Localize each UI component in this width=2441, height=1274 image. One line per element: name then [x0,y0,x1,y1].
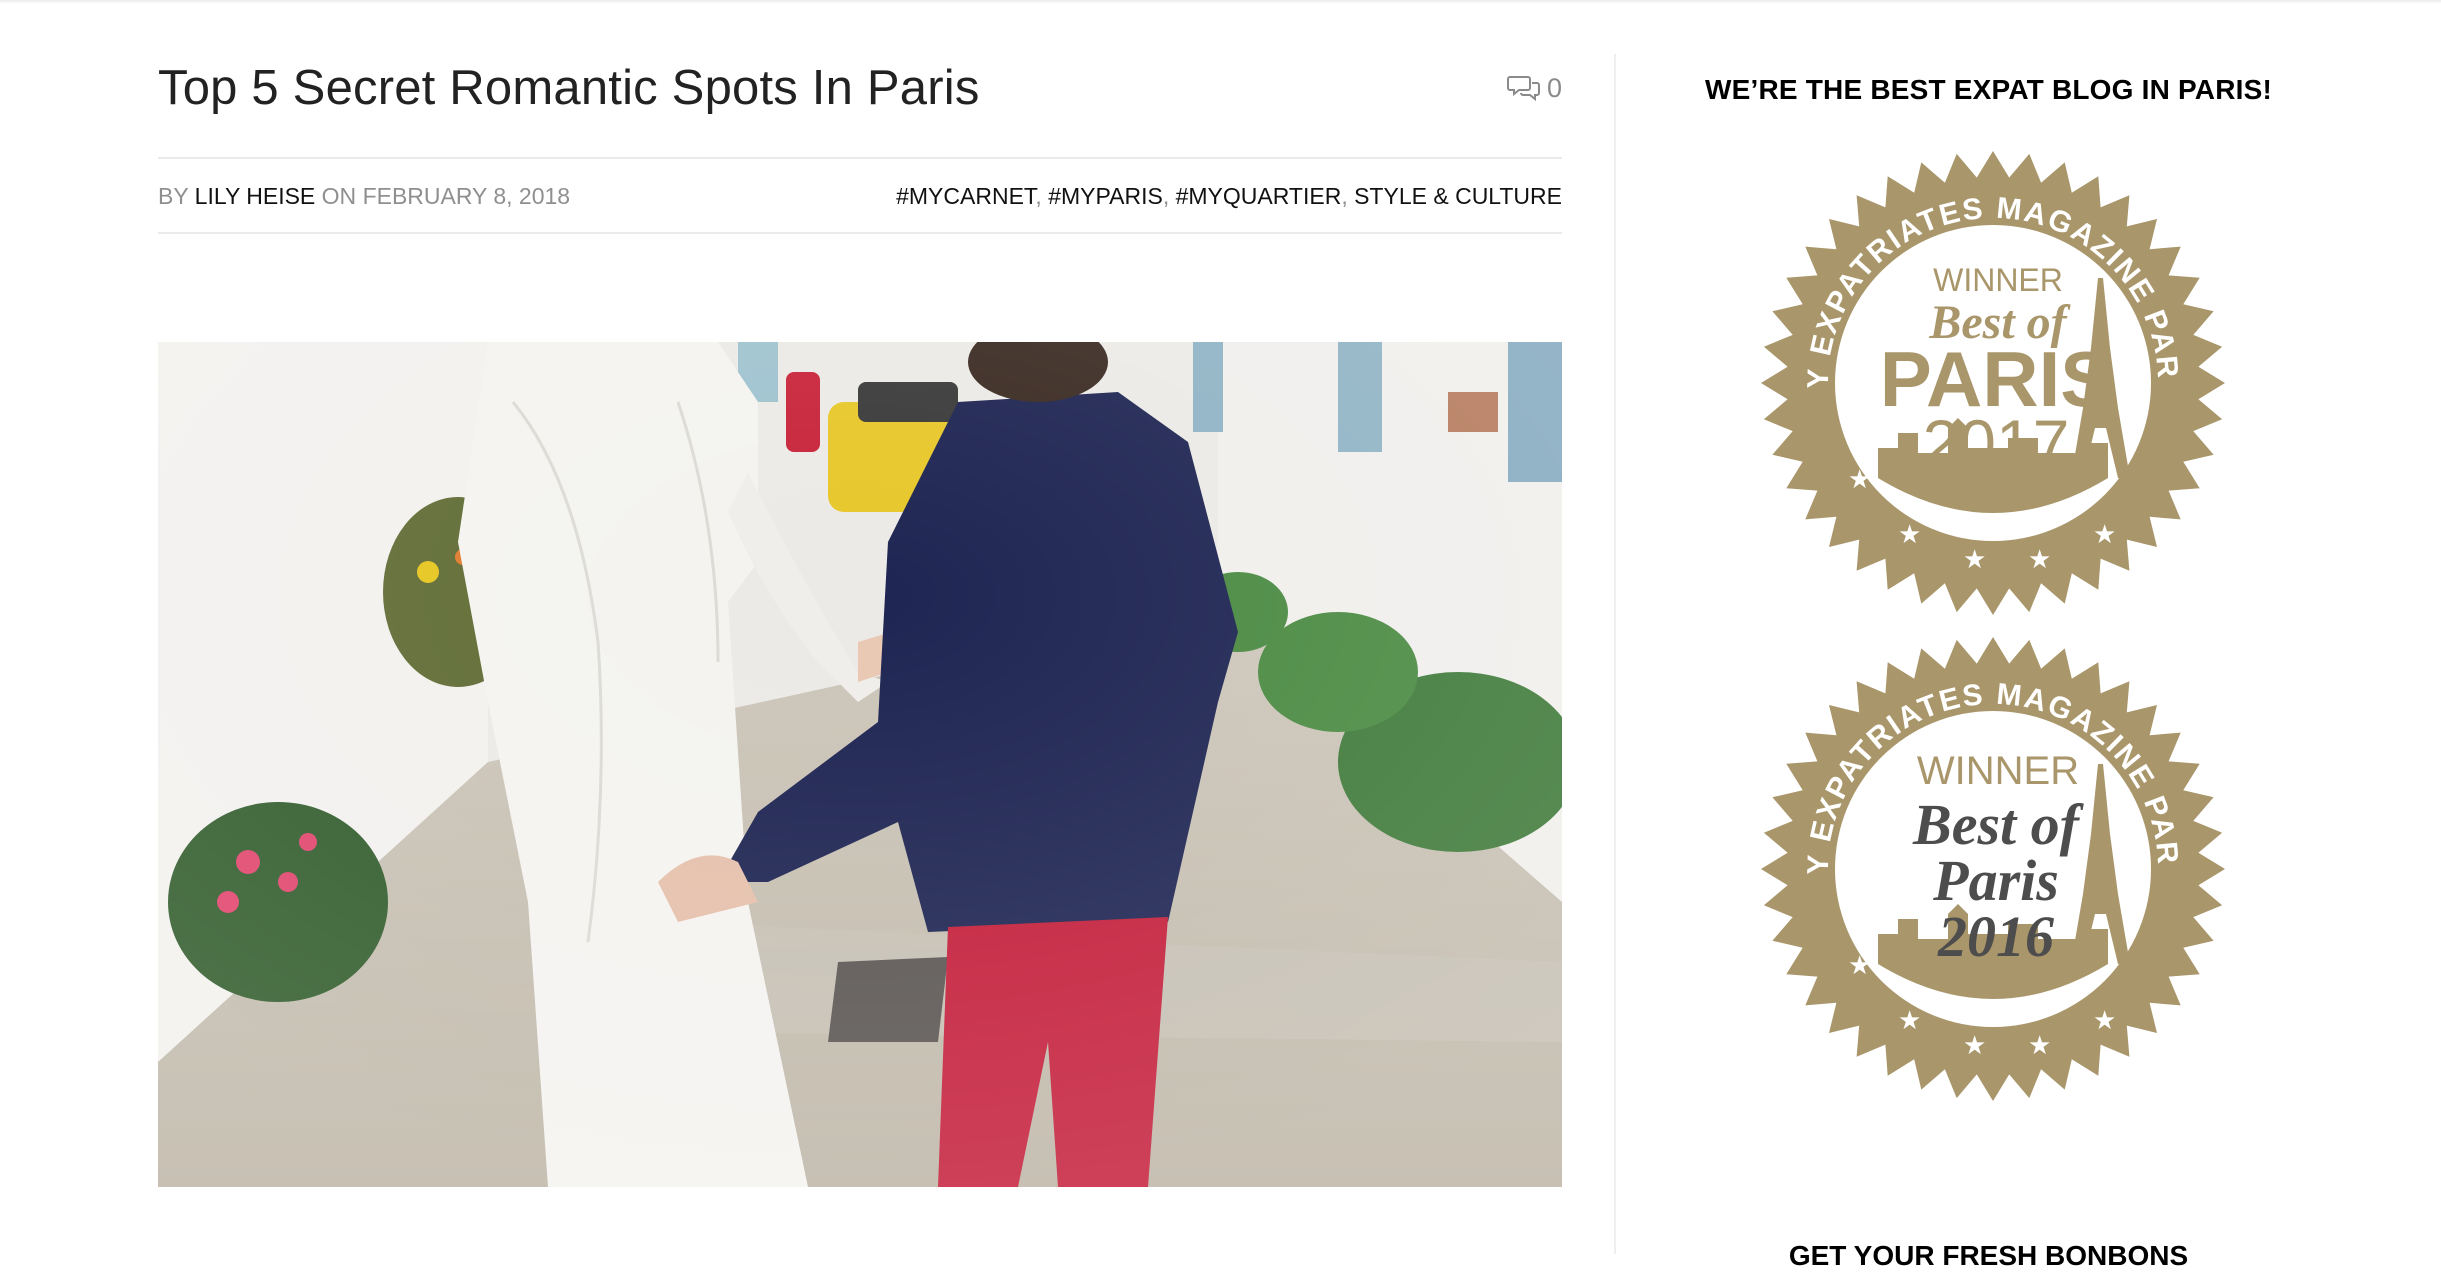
badge-line-4: 2016 [1937,904,2054,969]
svg-text:★: ★ [2028,1030,2051,1060]
post-title[interactable]: Top 5 Secret Romantic Spots In Paris [158,56,980,120]
post-tags: #MYCARNET, #MYPARIS, #MYQUARTIER, STYLE … [896,180,1562,212]
meta-bottom-divider [158,232,1562,234]
tag-link[interactable]: #MYPARIS [1048,183,1163,209]
svg-text:★: ★ [2093,1005,2116,1035]
author-link[interactable]: LILY HEISE [195,183,316,209]
sidebar-divider [1614,54,1616,1254]
svg-text:★: ★ [2028,544,2051,574]
post-date: FEBRUARY 8, 2018 [362,183,571,209]
best-of-paris-2016-badge[interactable]: BY EXPATRIATES MAGAZINE PARIS ★ ★ ★ ★ ★ … [1746,608,2228,1104]
svg-text:★: ★ [1898,519,1921,549]
speech-bubbles-icon [1506,74,1541,102]
on-label: ON [321,183,357,209]
by-label: BY [158,183,189,209]
post-meta: BY LILY HEISE ON FEBRUARY 8, 2018 [158,180,570,212]
badge-line-4: 2017 [1923,406,2070,480]
category-link[interactable]: STYLE & CULTURE [1354,183,1562,209]
svg-text:★: ★ [1963,1030,1986,1060]
tag-link[interactable]: #MYQUARTIER [1176,183,1342,209]
featured-image[interactable] [158,342,1562,1187]
tag-separator: , [1162,183,1170,209]
badge-line-1: WINNER [1917,749,2079,793]
tag-separator: , [1341,183,1348,209]
comments-link[interactable]: 0 [1506,70,1562,106]
comment-count: 0 [1546,72,1562,103]
meta-top-divider [158,157,1562,159]
sidebar-heading: WE’RE THE BEST EXPAT BLOG IN PARIS! [1704,74,2273,105]
tag-separator: , [1035,183,1042,209]
best-of-paris-2017-badge[interactable]: BY EXPATRIATES MAGAZINE PARIS ★ ★ ★ ★ ★ … [1746,122,2228,618]
top-bar-shadow [0,0,2441,4]
tag-link[interactable]: #MYCARNET [896,183,1035,209]
svg-text:★: ★ [1898,1005,1921,1035]
badge-line-1: WINNER [1933,262,2063,298]
svg-text:★: ★ [1963,544,1986,574]
svg-text:★: ★ [1848,950,1871,980]
newsletter-heading: GET YOUR FRESH BONBONS [1788,1240,2189,1271]
svg-text:★: ★ [1848,464,1871,494]
svg-text:★: ★ [2093,519,2116,549]
